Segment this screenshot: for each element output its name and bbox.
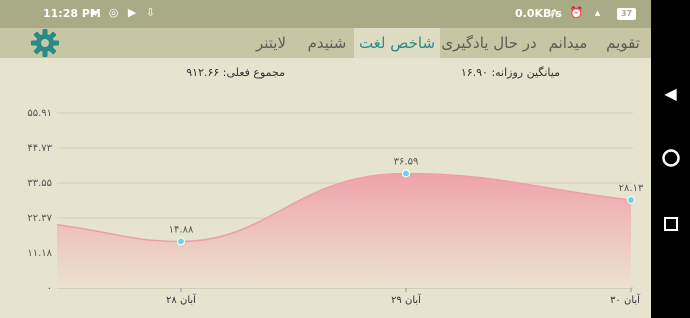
- word-index-chart: ۰ ۱۱.۱۸ ۲۲.۳۷ ۳۳.۵۵ ۴۴.۷۳ ۵۵.۹۱ ۱۴.۸۸ ۳۶.۵۹ ۲۸.…: [27, 108, 644, 306]
- data-label: ۳۶.۵۹: [394, 156, 419, 167]
- tab-bar: تقویم میدانم در حال یادگیری شاخص لغت شنی…: [0, 28, 651, 58]
- data-point: [402, 169, 410, 178]
- system-nav-bar: ◀: [651, 0, 690, 318]
- home-circle-icon[interactable]: [651, 148, 690, 168]
- recents-square-icon[interactable]: [651, 216, 690, 232]
- y-tick-label: ۳۳.۵۵: [27, 178, 52, 189]
- data-label: ۲۸.۱۳: [619, 183, 644, 194]
- x-axis: ۲۸ آبان ۲۹ آبان ۳۰ آبان: [166, 288, 641, 306]
- daily-average: میانگین روزانه: ۱۶.۹۰: [460, 66, 560, 79]
- data-point: [627, 195, 635, 204]
- download-icon: ⇩: [145, 6, 159, 19]
- tab-calendar[interactable]: تقویم: [600, 28, 646, 58]
- battery-icon: 37: [617, 8, 636, 20]
- y-tick-label: ۵۵.۹۱: [27, 108, 52, 119]
- tab-leitner[interactable]: لایتنر: [244, 28, 298, 58]
- system-icons: ∩ ⏰ ▴: [550, 6, 604, 19]
- y-tick-label: ۲۲.۳۷: [27, 213, 52, 224]
- data-point: [177, 237, 185, 246]
- y-tick-label: ۱۱.۱۸: [27, 248, 52, 259]
- area-fill: [57, 173, 631, 288]
- back-triangle-icon[interactable]: ◀: [651, 84, 690, 103]
- alarm-icon: ⏰: [569, 6, 588, 19]
- signal-icon: ▴: [594, 6, 605, 19]
- tab-known[interactable]: میدانم: [538, 28, 598, 58]
- x-tick-label: ۲۹ آبان: [391, 293, 422, 306]
- notification-icons: ➤ ◎ ▶ ⇩: [90, 6, 158, 19]
- x-tick-label: ۳۰ آبان: [610, 293, 641, 306]
- y-tick-label: ۴۴.۷۳: [27, 143, 52, 154]
- current-total: مجموع فعلی: ۹۱۲.۶۶: [186, 66, 285, 79]
- status-bar: 11:28 PM ➤ ◎ ▶ ⇩ 0.0KB/s ∩ ⏰ ▴ 37: [0, 0, 651, 28]
- gear-icon[interactable]: [30, 28, 60, 58]
- headset-icon: ∩: [550, 6, 563, 19]
- instagram-icon: ◎: [108, 6, 122, 19]
- data-label: ۱۴.۸۸: [169, 224, 194, 235]
- x-tick-label: ۲۸ آبان: [166, 293, 197, 306]
- y-axis: ۰ ۱۱.۱۸ ۲۲.۳۷ ۳۳.۵۵ ۴۴.۷۳ ۵۵.۹۱: [27, 108, 52, 294]
- y-tick-label: ۰: [47, 283, 52, 294]
- youtube-icon: ▶: [127, 6, 140, 19]
- tab-word-index[interactable]: شاخص لغت: [354, 28, 440, 58]
- telegram-icon: ➤: [90, 6, 103, 19]
- app-screen: 11:28 PM ➤ ◎ ▶ ⇩ 0.0KB/s ∩ ⏰ ▴ 37 تقویم …: [0, 0, 651, 318]
- tab-learning[interactable]: در حال یادگیری: [440, 28, 538, 58]
- tab-heard[interactable]: شنیدم: [300, 28, 354, 58]
